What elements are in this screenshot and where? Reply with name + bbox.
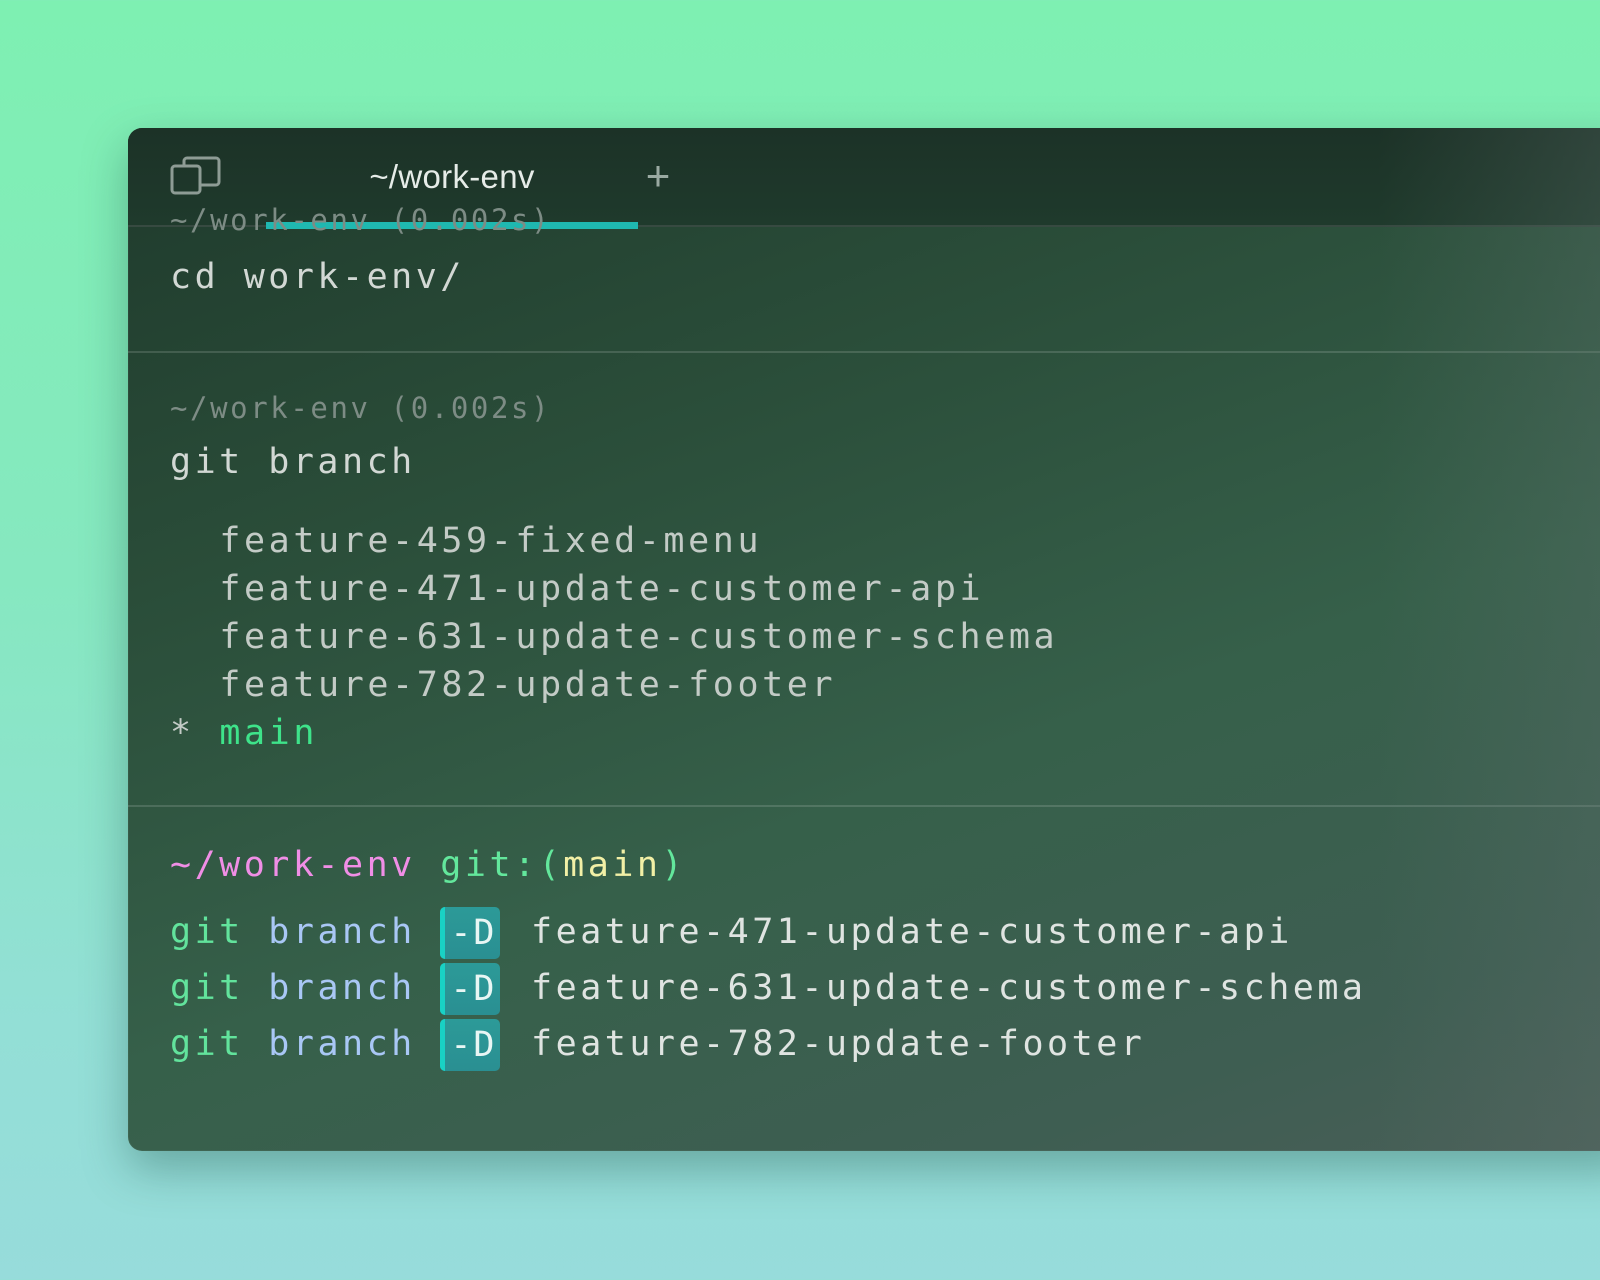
- terminal-output[interactable]: ~/work-env (0.002s) cd work-env/ ~/work-…: [128, 203, 1600, 1151]
- branch-marker: [170, 617, 195, 657]
- input-line[interactable]: git branch -D feature-782-update-footer: [170, 1019, 1145, 1071]
- cmd-branch: branch: [268, 1024, 416, 1064]
- flag-badge: -D: [440, 907, 501, 959]
- flag-badge: -D: [440, 1019, 501, 1071]
- cmd-branch: branch: [268, 968, 416, 1008]
- split-panel-icon[interactable]: [170, 156, 222, 196]
- prompt-branch: main: [563, 845, 662, 885]
- cmd-target: feature-631-update-customer-schema: [531, 968, 1367, 1008]
- input-editor[interactable]: ~/work-env git:(main) git branch -D feat…: [128, 807, 1600, 1151]
- cmd-git: git: [170, 968, 244, 1008]
- tab-label: ~/work-env: [369, 157, 535, 195]
- branch-name: feature-631-update-customer-schema: [219, 617, 1059, 657]
- terminal-window: ~/work-env + ~/work-env (0.002s) cd work…: [128, 128, 1600, 1151]
- cmd-target: feature-782-update-footer: [531, 1024, 1146, 1064]
- list-item: feature-471-update-customer-api: [170, 569, 984, 609]
- prompt-git-label: git:: [440, 845, 539, 885]
- block-meta: ~/work-env (0.002s): [170, 203, 552, 237]
- block-meta: ~/work-env (0.002s): [170, 391, 552, 425]
- command-text: cd work-env/: [170, 257, 465, 297]
- cmd-branch: branch: [268, 912, 416, 952]
- branch-marker: [170, 521, 195, 561]
- cmd-git: git: [170, 912, 244, 952]
- current-branch-name: main: [219, 713, 319, 753]
- command-text: git branch: [170, 442, 416, 482]
- branch-name: feature-459-fixed-menu: [219, 521, 763, 561]
- input-line[interactable]: git branch -D feature-471-update-custome…: [170, 907, 1293, 959]
- current-branch-marker: *: [170, 713, 195, 753]
- list-item: feature-459-fixed-menu: [170, 521, 762, 561]
- plus-icon: +: [645, 152, 671, 199]
- command-block[interactable]: ~/work-env (0.002s) cd work-env/: [128, 203, 1600, 351]
- list-item: * main: [170, 713, 318, 753]
- new-tab-button[interactable]: +: [634, 152, 682, 200]
- prompt: ~/work-env git:(main): [170, 845, 686, 885]
- cmd-git: git: [170, 1024, 244, 1064]
- flag-badge: -D: [440, 963, 501, 1015]
- cmd-target: feature-471-update-customer-api: [531, 912, 1293, 952]
- branch-name: feature-782-update-footer: [219, 665, 837, 705]
- input-line[interactable]: git branch -D feature-631-update-custome…: [170, 963, 1367, 1015]
- prompt-path: ~/work-env: [170, 845, 416, 885]
- branch-marker: [170, 665, 195, 705]
- list-item: feature-631-update-customer-schema: [170, 617, 1058, 657]
- branch-marker: [170, 569, 195, 609]
- list-item: feature-782-update-footer: [170, 665, 836, 705]
- prompt-paren-close: ): [661, 845, 687, 885]
- command-block[interactable]: ~/work-env (0.002s) git branch feature-4…: [128, 353, 1600, 805]
- branch-name: feature-471-update-customer-api: [219, 569, 985, 609]
- prompt-paren-open: (: [538, 845, 564, 885]
